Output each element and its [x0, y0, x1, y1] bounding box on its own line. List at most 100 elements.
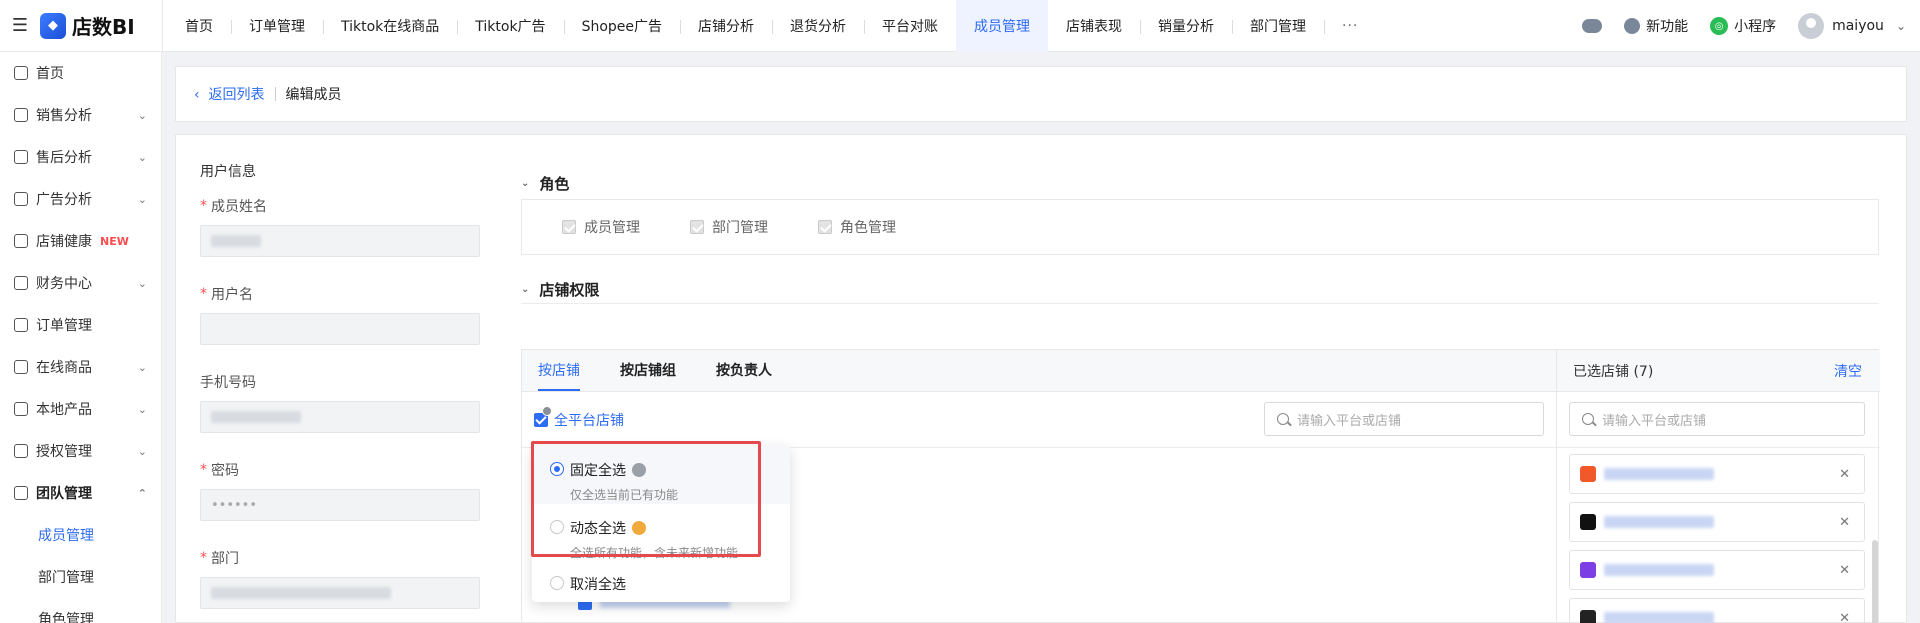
sidebar-sub-members[interactable]: 成员管理 — [0, 514, 161, 556]
option-deselect-all[interactable]: 取消全选 — [532, 566, 790, 602]
field-label-text: 成员姓名 — [211, 199, 267, 215]
divider — [162, 0, 163, 52]
sidebar-item-label: 首页 — [36, 66, 64, 82]
nav-item-home[interactable]: 首页 — [167, 0, 231, 52]
close-icon[interactable]: ✕ — [1839, 515, 1850, 530]
sidebar-item-label: 在线商品 — [36, 360, 92, 376]
nav-item-tiktok-products[interactable]: Tiktok在线商品 — [323, 0, 457, 52]
blurred-store-name — [1604, 468, 1714, 480]
chevron-down-icon: ⌄ — [521, 284, 530, 295]
sidebar-item-orders[interactable]: 订单管理 — [0, 304, 161, 346]
chevron-down-icon: ⌄ — [137, 150, 147, 164]
perm-toolbar: 全平台店铺 请输入平台或店铺 — [522, 392, 1556, 448]
menu-toggle-icon[interactable]: ☰ — [0, 0, 40, 52]
tiktok-logo-icon — [1580, 514, 1596, 530]
sidebar-sub-roles[interactable]: 角色管理 — [0, 598, 161, 623]
option-label-text: 取消全选 — [570, 577, 626, 593]
nav-item-members[interactable]: 成员管理 — [956, 0, 1049, 52]
name-field[interactable] — [200, 225, 480, 257]
sidebar-item-home[interactable]: 首页 — [0, 52, 161, 94]
top-nav: 首页 订单管理 Tiktok在线商品 Tiktok广告 Shopee广告 店铺分… — [167, 0, 1376, 52]
required-mark: * — [200, 462, 207, 478]
new-badge: NEW — [100, 234, 129, 248]
sidebar-item-authorization[interactable]: 授权管理 ⌄ — [0, 430, 161, 472]
scrollbar[interactable] — [1872, 540, 1878, 623]
field-label-department: * 部门 — [200, 547, 480, 569]
nav-item-tiktok-ads[interactable]: Tiktok广告 — [457, 0, 563, 52]
logo-text: 店数BI — [72, 15, 135, 39]
sidebar-item-label: 订单管理 — [36, 318, 92, 334]
chevron-down-icon: ⌄ — [137, 192, 147, 206]
selected-store-search-input[interactable]: 请输入平台或店铺 — [1569, 402, 1865, 436]
required-mark: * — [200, 550, 207, 566]
nav-item-return-analysis[interactable]: 退货分析 — [772, 0, 864, 52]
nav-item-store-performance[interactable]: 店铺表现 — [1048, 0, 1140, 52]
roles-box: 成员管理 部门管理 角色管理 — [521, 199, 1879, 255]
password-field[interactable]: •••••• — [200, 489, 480, 521]
option-label: 取消全选 — [570, 574, 790, 594]
nav-item-store-analysis[interactable]: 店铺分析 — [680, 0, 772, 52]
sidebar-item-finance[interactable]: 财务中心 ⌄ — [0, 262, 161, 304]
blurred-store-name — [1604, 612, 1714, 623]
required-mark: * — [200, 286, 207, 302]
back-to-list-link[interactable]: ‹ 返回列表 — [194, 84, 265, 104]
sidebar-item-sales[interactable]: 销售分析 ⌄ — [0, 94, 161, 136]
phone-field[interactable] — [200, 401, 480, 433]
department-select[interactable] — [200, 577, 480, 609]
all-platform-stores-toggle[interactable]: 全平台店铺 — [554, 410, 624, 430]
clear-button[interactable]: 清空 — [1834, 361, 1862, 381]
nav-more[interactable]: ··· — [1324, 0, 1376, 52]
nav-item-reconciliation[interactable]: 平台对账 — [864, 0, 956, 52]
field-label-password: * 密码 — [200, 459, 480, 481]
role-checkbox-departments[interactable]: 部门管理 — [690, 217, 768, 237]
sidebar-item-store-health[interactable]: 店铺健康 NEW — [0, 220, 161, 262]
close-icon[interactable]: ✕ — [1839, 467, 1850, 482]
blurred-value — [211, 587, 391, 599]
user-menu[interactable]: maiyou ⌄ — [1798, 13, 1920, 39]
mini-program-button[interactable]: ◎ 小程序 — [1710, 16, 1776, 36]
sidebar-item-after-sale[interactable]: 售后分析 ⌄ — [0, 136, 161, 178]
tab-by-store[interactable]: 按店铺 — [538, 349, 580, 391]
username-field[interactable] — [200, 313, 480, 345]
roles-header[interactable]: ⌄ 角色 — [521, 173, 569, 194]
download-button[interactable] — [1582, 19, 1603, 33]
tab-by-owner[interactable]: 按负责人 — [716, 349, 772, 391]
store-search-input[interactable]: 请输入平台或店铺 — [1264, 402, 1544, 436]
nav-item-orders[interactable]: 订单管理 — [231, 0, 323, 52]
nav-item-shopee-ads[interactable]: Shopee广告 — [563, 0, 680, 52]
role-checkbox-members[interactable]: 成员管理 — [562, 217, 640, 237]
sidebar-item-online-products[interactable]: 在线商品 ⌄ — [0, 346, 161, 388]
close-icon[interactable]: ✕ — [1839, 563, 1850, 578]
sidebar-item-label: 销售分析 — [36, 108, 92, 124]
sidebar-item-local-products[interactable]: 本地产品 ⌄ — [0, 388, 161, 430]
top-right-tools: 新功能 ◎ 小程序 maiyou ⌄ — [1560, 0, 1920, 52]
role-label: 部门管理 — [712, 220, 768, 236]
back-label: 返回列表 — [208, 87, 265, 103]
chevron-down-icon: ⌄ — [521, 178, 530, 189]
nav-item-sales-volume[interactable]: 销量分析 — [1140, 0, 1232, 52]
nav-item-departments[interactable]: 部门管理 — [1232, 0, 1324, 52]
close-icon[interactable]: ✕ — [1839, 611, 1850, 623]
sidebar-item-label: 店铺健康 — [36, 234, 92, 250]
blurred-store-name — [1604, 516, 1714, 528]
sidebar-item-team[interactable]: 团队管理 ⌃ — [0, 472, 161, 514]
shield-icon — [14, 444, 28, 458]
box-icon — [14, 402, 28, 416]
top-bar: ☰ ◆ 店数BI 首页 订单管理 Tiktok在线商品 Tiktok广告 Sho… — [0, 0, 1920, 52]
lock-icon — [542, 406, 552, 416]
shop-bag-icon — [14, 360, 28, 374]
wallet-icon — [14, 276, 28, 290]
perm-tabs: 按店铺 按店铺组 按负责人 — [522, 350, 1556, 392]
shopee-logo-icon — [1580, 466, 1596, 482]
search-placeholder: 请输入平台或店铺 — [1602, 413, 1707, 429]
field-label-username: * 用户名 — [200, 283, 480, 305]
app-logo[interactable]: ◆ 店数BI — [40, 0, 162, 52]
shop-perm-header[interactable]: ⌄ 店铺权限 — [521, 279, 599, 300]
sidebar-item-ads[interactable]: 广告分析 ⌄ — [0, 178, 161, 220]
checkbox-icon — [690, 220, 704, 234]
sidebar-sub-departments[interactable]: 部门管理 — [0, 556, 161, 598]
role-checkbox-roles[interactable]: 角色管理 — [818, 217, 896, 237]
new-feature-button[interactable]: 新功能 — [1624, 16, 1688, 36]
tab-by-store-group[interactable]: 按店铺组 — [620, 349, 676, 391]
sidebar-item-label: 售后分析 — [36, 150, 92, 166]
